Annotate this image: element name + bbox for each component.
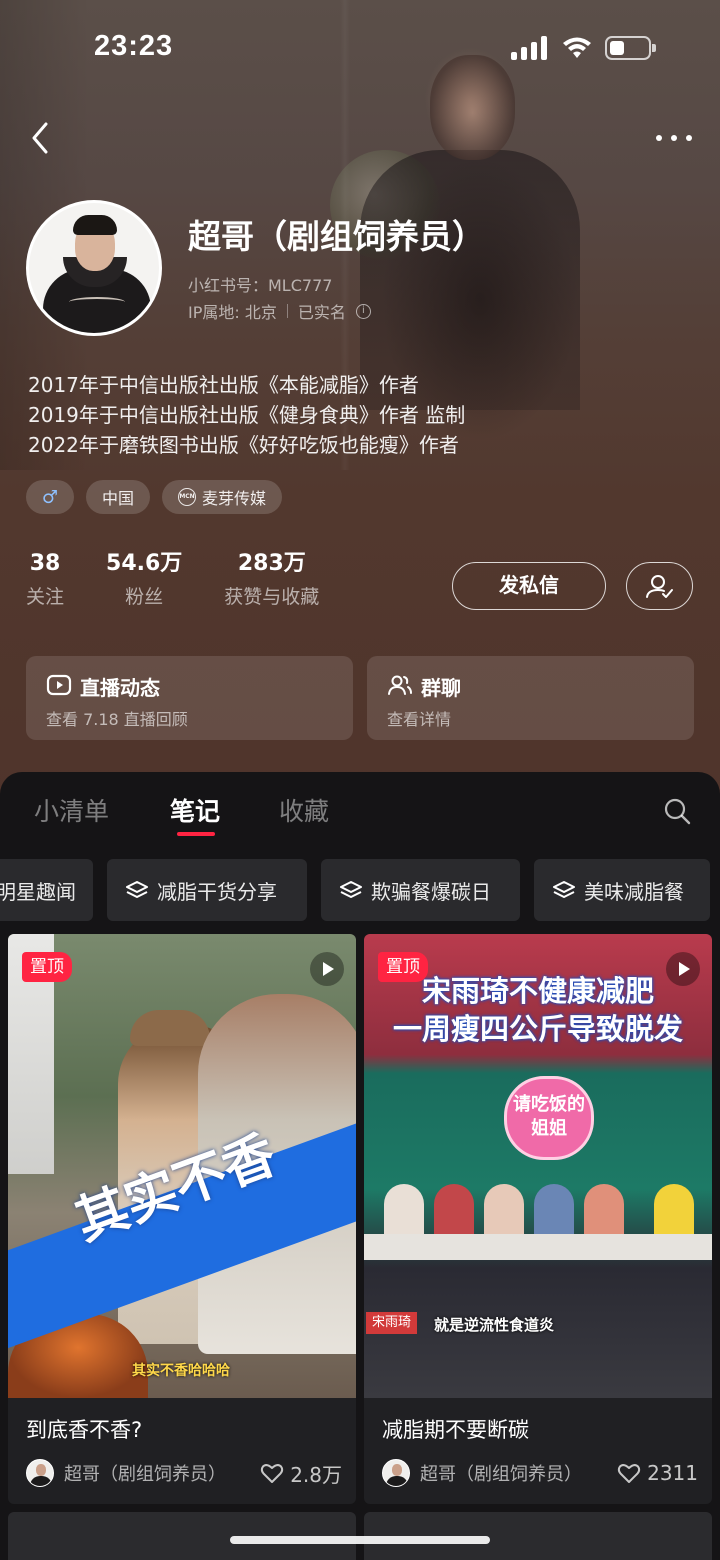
followed-status-button[interactable] xyxy=(626,562,693,610)
tag-region[interactable]: 中国 xyxy=(86,480,151,514)
video-play-icon xyxy=(310,952,344,986)
profile-id[interactable]: 小红书号：MLC777 xyxy=(188,272,332,296)
profile-name: 超哥（剧组饲养员） xyxy=(188,217,485,256)
note-card[interactable]: 其实不香 其实不香哈哈哈 置顶 到底香不香? 超哥（剧组饲养员） 2.8万 xyxy=(8,934,356,1504)
collection-chips: 明星趣闻 减脂干货分享 欺骗餐爆碳日 美味减脂餐 xyxy=(0,859,720,921)
stat-value: 54.6万 xyxy=(106,551,183,576)
profile-stats: 38 关注 54.6万 粉丝 283万 获赞与收藏 xyxy=(26,548,361,614)
bio-line: 2022年于磨铁图书出版《好好吃饭也能瘦》作者 xyxy=(28,433,459,457)
battery-icon xyxy=(605,36,656,60)
note-meta: 超哥（剧组饲养员） 2.8万 xyxy=(26,1458,342,1488)
wifi-icon xyxy=(563,37,591,58)
tag-label: 中国 xyxy=(102,489,135,508)
bio-line: 2017年于中信出版社出版《本能减脂》作者 xyxy=(28,373,419,397)
heart-icon xyxy=(261,1464,284,1483)
more-options-button[interactable] xyxy=(652,126,696,150)
avatar[interactable] xyxy=(26,200,162,336)
layers-icon xyxy=(553,881,575,898)
note-title: 到底香不香? xyxy=(26,1418,143,1442)
profile-screen: 23:23 超哥（剧组饲养员） 小红书号：MLC777 IP属地: 北京 已实名 xyxy=(0,0,720,1560)
like-button[interactable]: 2.8万 xyxy=(260,1459,342,1488)
content-tabs: 小清单 笔记 收藏 xyxy=(0,772,720,844)
chip-label: 明星趣闻 xyxy=(0,879,76,904)
pinned-badge: 置顶 xyxy=(22,952,72,982)
tag-label: 麦芽传媒 xyxy=(202,489,267,508)
stat-following[interactable]: 38 关注 xyxy=(26,548,64,614)
feature-subtitle: 查看详情 xyxy=(387,710,452,729)
live-play-icon xyxy=(46,674,72,696)
tab-lists[interactable]: 小清单 xyxy=(34,792,109,828)
group-chat-card[interactable]: 群聊 查看详情 xyxy=(367,656,694,740)
divider xyxy=(286,304,288,318)
chip-cheat-meal[interactable]: 欺骗餐爆碳日 xyxy=(321,859,520,921)
chip-tasty-meals[interactable]: 美味减脂餐 xyxy=(534,859,710,921)
like-count: 2.8万 xyxy=(290,1462,342,1487)
stat-followers[interactable]: 54.6万 粉丝 xyxy=(106,548,182,614)
stat-value: 283万 xyxy=(237,551,306,576)
home-indicator[interactable] xyxy=(230,1536,490,1544)
headline-line: 一周瘦四公斤导致脱发 xyxy=(392,1012,683,1046)
tag-mcn[interactable]: MCN 麦芽传媒 xyxy=(162,480,283,514)
video-play-icon xyxy=(666,952,700,986)
thumbnail-subtitle: 就是逆流性食道炎 xyxy=(434,1316,555,1334)
male-symbol-icon: ♂ xyxy=(26,480,74,514)
tab-notes[interactable]: 笔记 xyxy=(170,792,220,828)
signal-icon xyxy=(511,36,549,60)
active-tab-indicator xyxy=(177,832,215,836)
search-icon[interactable] xyxy=(662,796,692,826)
stat-value: 38 xyxy=(29,551,61,576)
heart-icon xyxy=(617,1464,641,1483)
bio-line: 2019年于中信出版社出版《健身食典》作者 监制 xyxy=(28,403,466,427)
like-button[interactable]: 2311 xyxy=(617,1461,698,1485)
profile-tags: ♂ 中国 MCN 麦芽传媒 xyxy=(26,480,283,514)
chip-label: 减脂干货分享 xyxy=(157,879,277,904)
chip-celebrity[interactable]: 明星趣闻 xyxy=(0,859,93,921)
stat-label: 粉丝 xyxy=(125,586,164,608)
mcn-icon: MCN xyxy=(178,488,197,506)
note-title: 减脂期不要断碳 xyxy=(382,1418,529,1442)
tab-collections[interactable]: 收藏 xyxy=(279,792,329,828)
feature-subtitle: 查看 7.18 直播回顾 xyxy=(46,710,188,729)
chip-label: 美味减脂餐 xyxy=(584,879,684,904)
group-icon xyxy=(388,675,412,695)
notes-section: 小清单 笔记 收藏 明星趣闻 减脂干货分享 欺骗餐爆碳日 美味减脂餐 其实不香 … xyxy=(0,772,720,1560)
status-time: 23:23 xyxy=(94,30,174,62)
status-bar: 23:23 xyxy=(0,0,720,96)
live-updates-card[interactable]: 直播动态 查看 7.18 直播回顾 xyxy=(26,656,353,740)
note-thumbnail[interactable]: 宋雨琦不健康减肥 一周瘦四公斤导致脱发 请吃饭的姐姐 宋雨琦 就是逆流性食道炎 … xyxy=(364,934,712,1398)
note-meta: 超哥（剧组饲养员） 2311 xyxy=(382,1458,698,1488)
back-button[interactable] xyxy=(24,118,60,158)
bio: 2017年于中信出版社出版《本能减脂》作者 2019年于中信出版社出版《健身食典… xyxy=(28,370,465,460)
layers-icon xyxy=(126,881,148,898)
stat-label: 关注 xyxy=(26,586,65,608)
dining-table xyxy=(364,1234,712,1260)
feature-title: 直播动态 xyxy=(80,676,160,700)
thumbnail-subtitle: 其实不香哈哈哈 xyxy=(132,1363,230,1379)
info-icon[interactable]: i xyxy=(355,303,371,319)
ip-location: IP属地: 北京 xyxy=(188,303,277,322)
layers-icon xyxy=(340,881,362,898)
note-card[interactable]: 宋雨琦不健康减肥 一周瘦四公斤导致脱发 请吃饭的姐姐 宋雨琦 就是逆流性食道炎 … xyxy=(364,934,712,1504)
stat-likes-collects[interactable]: 283万 获赞与收藏 xyxy=(224,548,319,614)
like-count: 2311 xyxy=(647,1461,698,1485)
stat-label: 获赞与收藏 xyxy=(224,586,320,608)
chip-label: 欺骗餐爆碳日 xyxy=(371,879,491,904)
note-author: 超哥（剧组饲养员） xyxy=(64,1464,226,1485)
ip-location-row: IP属地: 北京 已实名 i xyxy=(188,299,371,323)
note-author: 超哥（剧组饲养员） xyxy=(420,1464,582,1485)
author-avatar xyxy=(26,1459,54,1487)
pinned-badge: 置顶 xyxy=(378,952,428,982)
send-message-button[interactable]: 发私信 xyxy=(452,562,606,610)
author-avatar xyxy=(382,1459,410,1487)
verified-label: 已实名 xyxy=(297,303,346,322)
feature-title: 群聊 xyxy=(421,676,461,700)
chip-fat-loss-tips[interactable]: 减脂干货分享 xyxy=(107,859,307,921)
show-sign: 请吃饭的姐姐 xyxy=(504,1076,594,1160)
user-check-icon xyxy=(646,575,673,598)
thumbnail-overlay-text: 宋雨琦不健康减肥 一周瘦四公斤导致脱发 xyxy=(364,972,712,1048)
speaker-name-tag: 宋雨琦 xyxy=(366,1312,418,1334)
note-thumbnail[interactable]: 其实不香 其实不香哈哈哈 置顶 xyxy=(8,934,356,1398)
